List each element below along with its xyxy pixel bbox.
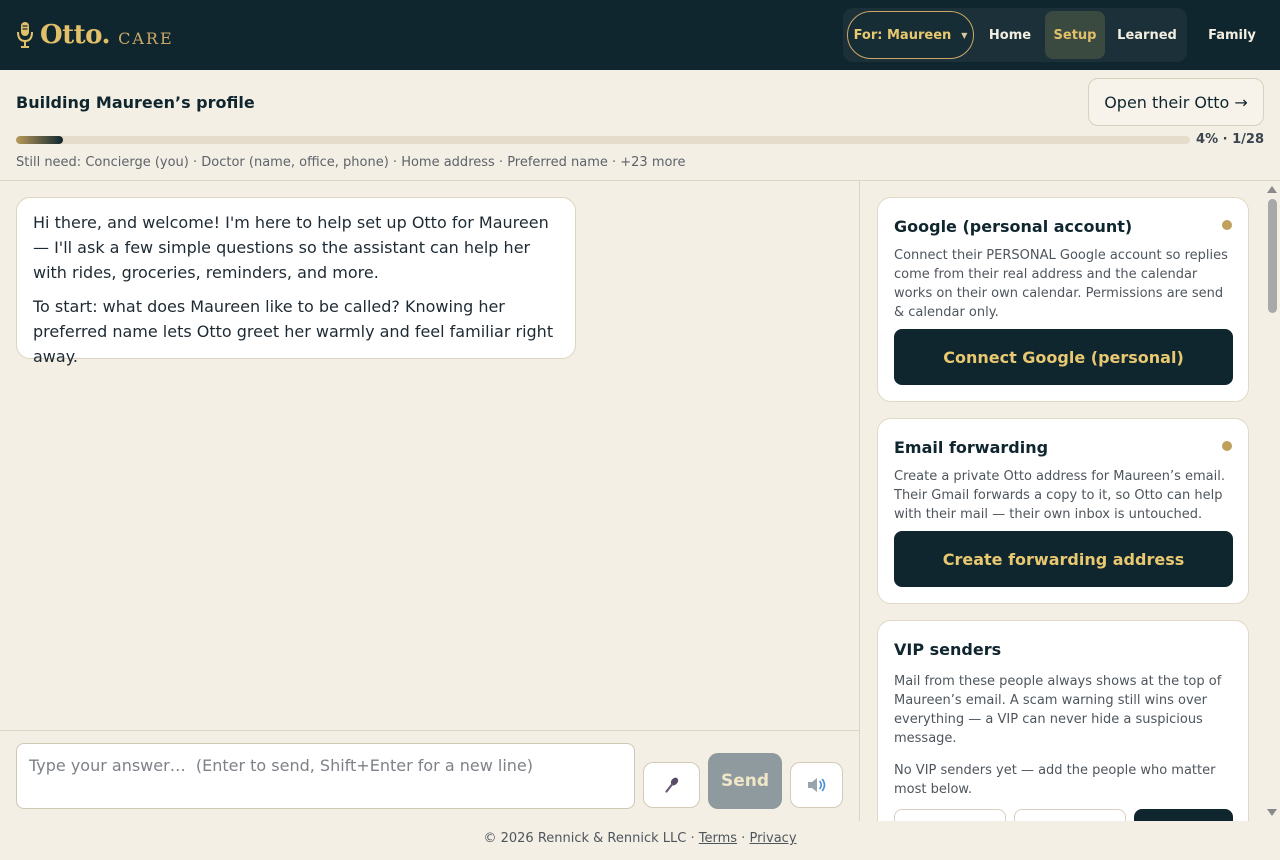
card-description: Mail from these people always shows at t… [894,674,1222,746]
vip-email-input[interactable] [1014,809,1126,821]
otto-care-logo[interactable]: Otto. CARE [16,18,174,52]
google-account-card: Google (personal account) Connect their … [877,197,1249,402]
profile-title: Building Maureen’s profile [16,93,255,112]
still-need-list: Still need: Concierge (you) · Doctor (na… [16,155,686,170]
footer-separator: · [737,831,750,846]
scrollbar-thumb[interactable] [1268,199,1277,313]
scroll-up-arrow-icon[interactable] [1267,186,1277,193]
vip-senders-card: VIP senders Mail from these people alway… [877,620,1249,821]
scroll-down-arrow-icon[interactable] [1267,809,1277,816]
message-paragraph: To start: what does Maureen like to be c… [33,297,554,366]
vip-name-input[interactable] [894,809,1006,821]
nav-setup[interactable]: Setup [1045,11,1105,59]
card-description: Connect their PERSONAL Google account so… [894,248,1228,320]
status-dot [1222,441,1232,451]
setup-panel-scrollbar[interactable] [1264,181,1280,821]
nav-family[interactable]: Family [1200,11,1264,59]
speaker-icon [807,778,825,792]
card-title: Email forwarding [894,438,1049,457]
microphone-icon [664,777,678,793]
open-their-otto-button[interactable]: Open their Otto → [1088,78,1264,126]
setup-panel: Google (personal account) Connect their … [861,181,1280,821]
copyright: © 2026 Rennick & Rennick LLC · [483,831,699,846]
nav-learned[interactable]: Learned [1110,11,1184,59]
vip-empty-state: No VIP senders yet — add the people who … [894,763,1216,797]
connect-google-button[interactable]: Connect Google (personal) [894,329,1233,385]
profile-progress-bar [16,136,1190,144]
caret-down-icon: ▼ [961,30,968,40]
send-button[interactable]: Send [708,753,782,809]
card-title: Google (personal account) [894,217,1133,236]
profile-progress-fill [16,136,63,144]
read-aloud-button[interactable] [790,762,843,808]
card-title: VIP senders [894,640,1002,659]
voice-input-button[interactable] [643,762,700,808]
assistant-message: Hi there, and welcome! I'm here to help … [16,197,576,366]
footer: © 2026 Rennick & Rennick LLC · Terms · P… [0,821,1280,860]
terms-link[interactable]: Terms [699,831,737,846]
answer-input[interactable] [16,743,635,809]
recipient-selector-label: For: Maureen [853,27,952,43]
recipient-selector[interactable]: For: Maureen ▼ [847,11,974,59]
privacy-link[interactable]: Privacy [749,831,796,846]
message-paragraph: Hi there, and welcome! I'm here to help … [33,213,549,282]
nav-home[interactable]: Home [980,11,1040,59]
microphone-icon [17,22,33,48]
create-forwarding-address-button[interactable]: Create forwarding address [894,531,1233,587]
status-dot [1222,220,1232,230]
profile-progress-label: 4% · 1/28 [1196,132,1264,147]
add-vip-button[interactable] [1134,809,1233,821]
brand-name: Otto. [40,20,111,50]
email-forwarding-card: Email forwarding Create a private Otto a… [877,418,1249,604]
card-description: Create a private Otto address for Mauree… [894,469,1225,522]
brand-subtitle: CARE [118,28,174,48]
